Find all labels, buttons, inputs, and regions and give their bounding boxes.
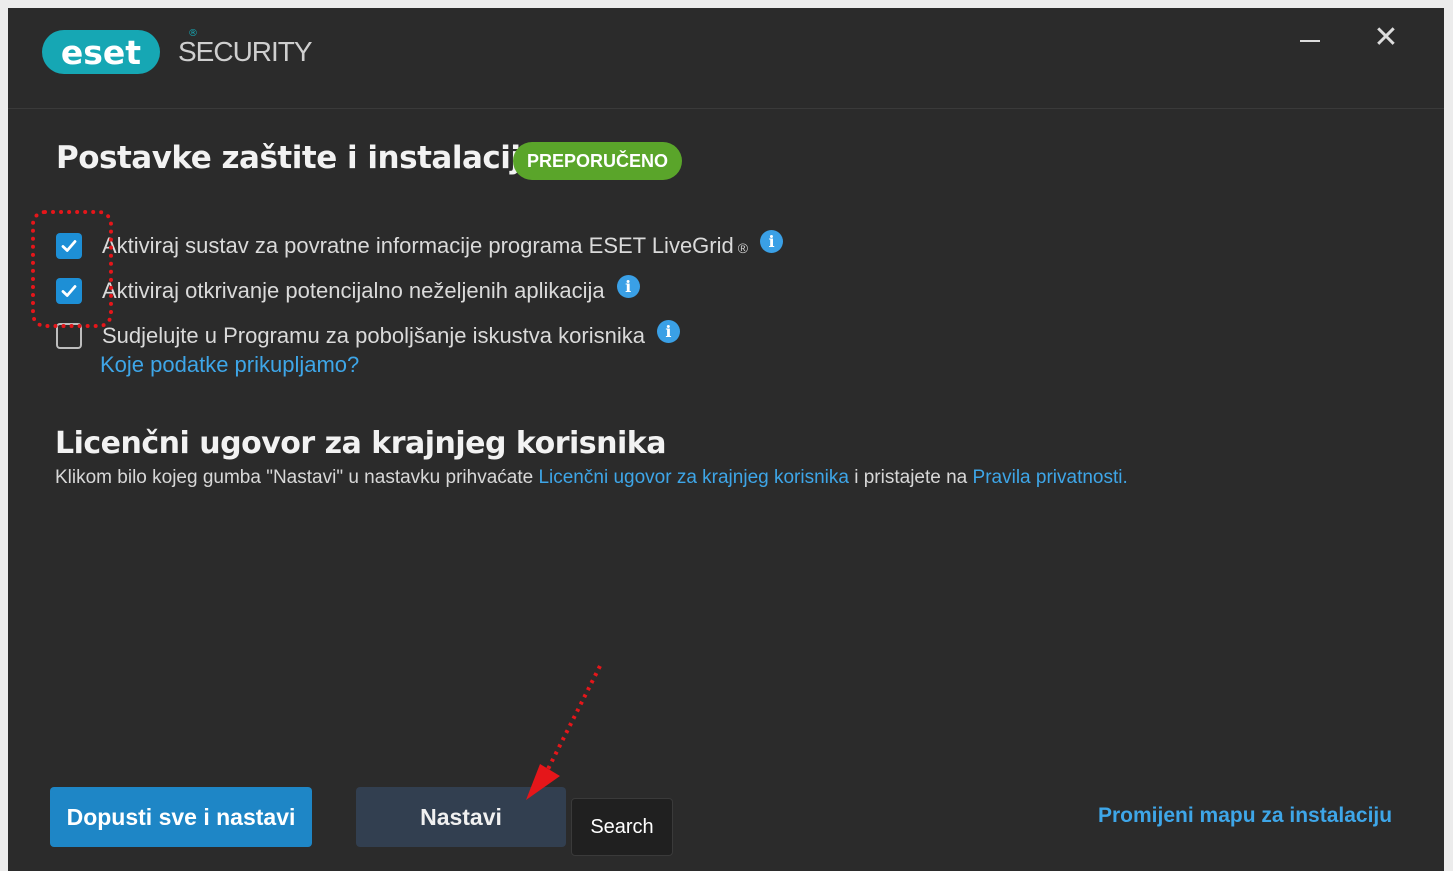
change-install-folder-link[interactable]: Promijeni mapu za instalaciju [1098, 804, 1392, 828]
data-collected-link-row: Koje podatke prikupljamo? [100, 352, 359, 378]
recommended-badge: PREPORUČENO [513, 142, 683, 180]
info-icon[interactable]: i [656, 319, 680, 343]
privacy-policy-link[interactable]: Pravila privatnosti. [973, 467, 1128, 488]
eula-title: Licenčni ugovor za krajnjeg korisnika [55, 426, 666, 461]
minimize-button[interactable] [1290, 18, 1330, 58]
product-name: SECURITY [178, 36, 313, 67]
minimize-icon [1300, 40, 1320, 42]
info-icon[interactable]: i [616, 274, 640, 298]
close-icon: ✕ [1373, 20, 1399, 55]
eula-link[interactable]: Licenčni ugovor za krajnjeg korisnika [538, 467, 849, 488]
pua-label: Aktiviraj otkrivanje potencijalno neželj… [102, 278, 605, 303]
livegrid-label: Aktiviraj sustav za povratne informacije… [102, 233, 749, 258]
data-collected-link[interactable]: Koje podatke prikupljamo? [100, 352, 359, 377]
option-pua-detection[interactable]: Aktiviraj otkrivanje potencijalno neželj… [56, 273, 640, 309]
option-experience-program[interactable]: Sudjelujte u Programu za poboljšanje isk… [56, 318, 680, 354]
info-icon[interactable]: i [760, 229, 784, 253]
search-button[interactable]: Search [571, 798, 673, 856]
experience-program-label: Sudjelujte u Programu za poboljšanje isk… [102, 323, 645, 348]
eula-text-before: Klikom bilo kojeg gumba "Nastavi" u nast… [55, 467, 539, 488]
eula-text: Klikom bilo kojeg gumba "Nastavi" u nast… [55, 467, 1128, 489]
eula-text-middle: i pristajete na [848, 467, 973, 488]
close-button[interactable]: ✕ [1366, 18, 1406, 58]
annotation-highlight-box [31, 210, 113, 328]
option-livegrid[interactable]: Aktiviraj sustav za povratne informacije… [56, 228, 784, 264]
livegrid-registered-mark: ® [737, 240, 749, 256]
protection-settings-title: Postavke zaštite i instalacije [56, 140, 542, 176]
allow-all-continue-button[interactable]: Dopusti sve i nastavi [50, 787, 312, 847]
title-bar: eset ® SECURITY ✕ [8, 8, 1444, 109]
eset-logo-badge: eset [42, 30, 160, 74]
installer-window: eset ® SECURITY ✕ Postavke zaštite i ins… [8, 8, 1444, 871]
continue-button[interactable]: Nastavi [356, 787, 566, 847]
eset-logo: eset ® [42, 28, 198, 74]
